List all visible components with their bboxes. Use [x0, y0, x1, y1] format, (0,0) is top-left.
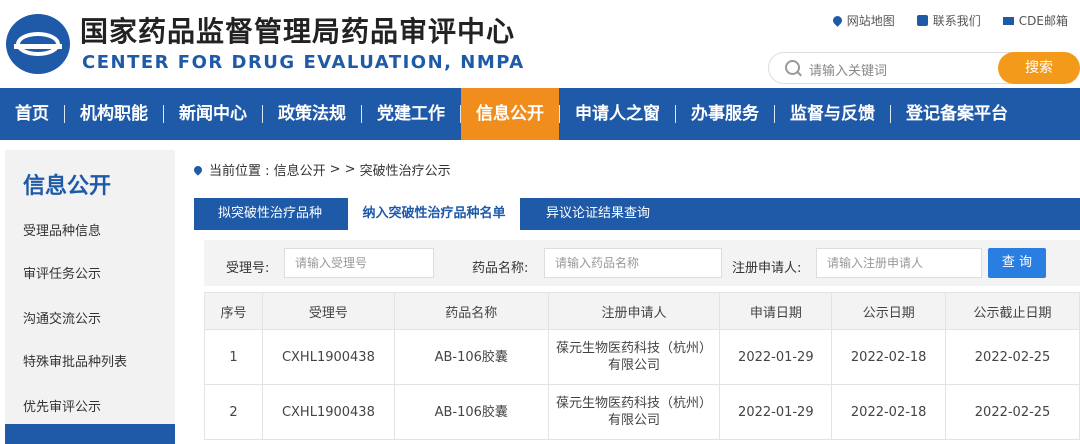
sidebar-item-review-tasks[interactable]: 审评任务公示	[23, 263, 101, 282]
results-table: 序号 受理号 药品名称 注册申请人 申请日期 公示日期 公示截止日期 1 CXH…	[204, 292, 1080, 440]
cell-drug-name: AB-106胶囊	[393, 329, 549, 385]
cell-applicant: 葆元生物医药科技（杭州）有限公司	[547, 329, 721, 385]
table-row: 1 CXHL1900438 AB-106胶囊 葆元生物医药科技（杭州）有限公司 …	[204, 329, 1080, 385]
top-links: 网站地图 联系我们 CDE邮箱	[830, 12, 1068, 29]
nav-item-4[interactable]: 党建工作	[362, 88, 460, 140]
contact-link[interactable]: 联系我们	[916, 12, 981, 29]
header-apply-date: 申请日期	[719, 292, 833, 330]
accept-no-label: 受理号:	[226, 261, 270, 276]
breadcrumb: 当前位置 : 信息公开 > > 突破性治疗公示	[192, 160, 451, 179]
mail-icon	[1002, 16, 1014, 25]
sidebar-item-special-approval[interactable]: 特殊审批品种列表	[23, 351, 127, 370]
cell-applicant: 葆元生物医药科技（杭州）有限公司	[547, 384, 721, 440]
cde-logo[interactable]	[6, 14, 70, 74]
applicant-input[interactable]: 请输入注册申请人	[816, 248, 982, 278]
cell-drug-name: AB-106胶囊	[393, 384, 549, 440]
nav-separator	[262, 105, 263, 123]
query-button[interactable]: 查 询	[988, 248, 1046, 278]
header-applicant: 注册申请人	[547, 292, 721, 330]
main-nav: 首页 机构职能 新闻中心 政策法规 党建工作 信息公开 申请人之窗 办事服务 监督与反馈 登记备案…	[0, 88, 1080, 140]
nav-separator	[890, 105, 891, 123]
nav-item-0[interactable]: 首页	[0, 88, 64, 140]
sidebar-item-active[interactable]	[5, 424, 175, 444]
nav-item-7[interactable]: 办事服务	[676, 88, 774, 140]
nav-item-6[interactable]: 申请人之窗	[560, 88, 675, 140]
search-box: 请输入关键词 搜索	[768, 52, 1080, 84]
mail-label: CDE邮箱	[1018, 14, 1068, 28]
table-row: 2 CXHL1900438 AB-106胶囊 葆元生物医药科技（杭州）有限公司 …	[204, 384, 1080, 440]
cell-apply-date: 2022-01-29	[719, 384, 833, 440]
nav-item-3[interactable]: 政策法规	[263, 88, 361, 140]
cell-publish-date: 2022-02-18	[831, 329, 947, 385]
cell-index: 2	[204, 384, 263, 440]
sidebar-item-communication[interactable]: 沟通交流公示	[23, 308, 101, 327]
location-pin-icon	[192, 163, 204, 176]
nav-separator	[675, 105, 676, 123]
drug-name-input[interactable]: 请输入药品名称	[544, 248, 722, 278]
table-header-row: 序号 受理号 药品名称 注册申请人 申请日期 公示日期 公示截止日期	[204, 292, 1080, 330]
applicant-label: 注册申请人:	[732, 261, 802, 276]
header-accept-no: 受理号	[261, 292, 395, 330]
breadcrumb-prefix[interactable]: 当前位置 : 信息公开	[209, 160, 326, 179]
nav-separator	[163, 105, 164, 123]
header-deadline: 公示截止日期	[945, 292, 1080, 330]
breadcrumb-current: 突破性治疗公示	[359, 164, 451, 179]
phone-icon	[916, 15, 928, 26]
tab-objection-results[interactable]: 异议论证结果查询	[520, 198, 676, 230]
nav-item-5[interactable]: 信息公开	[461, 88, 559, 140]
search-icon	[785, 60, 800, 75]
tab-included-breakthrough-list[interactable]: 纳入突破性治疗品种名单	[348, 198, 520, 230]
search-input[interactable]: 请输入关键词	[809, 60, 887, 79]
site-header: 国家药品监督管理局药品审评中心 CENTER FOR DRUG EVALUATI…	[0, 0, 1080, 88]
site-title-en: CENTER FOR DRUG EVALUATION, NMPA	[82, 52, 525, 73]
nav-separator	[460, 105, 461, 123]
breadcrumb-separator: > >	[329, 162, 356, 177]
header-publish-date: 公示日期	[831, 292, 947, 330]
nav-item-1[interactable]: 机构职能	[65, 88, 163, 140]
cell-deadline: 2022-02-25	[945, 384, 1080, 440]
accept-no-input[interactable]: 请输入受理号	[284, 248, 434, 278]
site-title-cn: 国家药品监督管理局药品审评中心	[80, 15, 516, 48]
nav-separator	[559, 105, 560, 123]
nav-item-9[interactable]: 登记备案平台	[891, 88, 1023, 140]
nav-separator	[64, 105, 65, 123]
filter-bar: 受理号: 请输入受理号 药品名称: 请输入药品名称 注册申请人: 请输入注册申请…	[204, 240, 1080, 286]
drug-name-label: 药品名称:	[472, 261, 529, 276]
cell-accept-no: CXHL1900438	[261, 384, 395, 440]
cell-deadline: 2022-02-25	[945, 329, 1080, 385]
sitemap-link[interactable]: 网站地图	[830, 12, 895, 29]
cell-publish-date: 2022-02-18	[831, 384, 947, 440]
sidebar-item-priority-review[interactable]: 优先审评公示	[23, 396, 101, 415]
nav-separator	[774, 105, 775, 123]
header-index: 序号	[204, 292, 263, 330]
nav-item-8[interactable]: 监督与反馈	[775, 88, 890, 140]
tab-bar: 拟突破性治疗品种 纳入突破性治疗品种名单 异议论证结果查询	[194, 198, 1080, 230]
tab-proposed-breakthrough[interactable]: 拟突破性治疗品种	[194, 198, 346, 230]
nav-item-2[interactable]: 新闻中心	[164, 88, 262, 140]
location-pin-icon	[830, 14, 844, 27]
search-button[interactable]: 搜索	[998, 52, 1080, 84]
cell-apply-date: 2022-01-29	[719, 329, 833, 385]
logo-bar-shape	[14, 44, 62, 49]
header-drug-name: 药品名称	[393, 292, 549, 330]
sidebar: 信息公开 受理品种信息 审评任务公示 沟通交流公示 特殊审批品种列表 优先审评公…	[5, 150, 175, 444]
nav-separator	[361, 105, 362, 123]
cell-index: 1	[204, 329, 263, 385]
sitemap-label: 网站地图	[846, 14, 895, 28]
sidebar-item-accepted-varieties[interactable]: 受理品种信息	[23, 220, 101, 239]
contact-label: 联系我们	[932, 14, 981, 28]
cell-accept-no: CXHL1900438	[261, 329, 395, 385]
sidebar-title: 信息公开	[23, 174, 112, 199]
mail-link[interactable]: CDE邮箱	[1002, 12, 1068, 29]
